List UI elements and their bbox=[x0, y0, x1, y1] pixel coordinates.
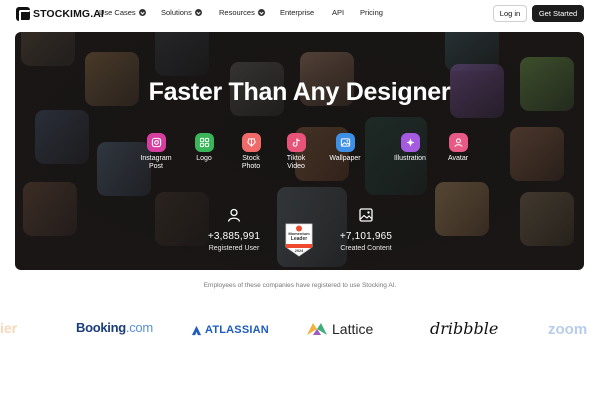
menu-use-cases-label: Use Cases bbox=[99, 8, 136, 17]
badge-year: 2024 bbox=[294, 248, 304, 253]
sparkle-icon bbox=[400, 133, 420, 152]
stockimg-logo-icon bbox=[16, 7, 31, 22]
tiktok-icon bbox=[286, 133, 306, 152]
category-stock-photo[interactable]: Stock Photo bbox=[228, 133, 274, 171]
menu-resources[interactable]: Resources bbox=[219, 8, 265, 17]
created-content-label: Created Content bbox=[340, 245, 392, 252]
dribbble-logo: dribbble bbox=[430, 319, 499, 338]
category-logo-label: Logo bbox=[196, 155, 212, 162]
category-illustration-label: Illustration bbox=[394, 155, 426, 162]
category-illustration[interactable]: Illustration bbox=[387, 133, 433, 163]
registered-user-label: Registered User bbox=[208, 245, 260, 252]
menu-enterprise[interactable]: Enterprise bbox=[280, 8, 314, 17]
badge-title: Momentum Leader bbox=[285, 231, 313, 242]
category-stock-photo-label: Stock Photo bbox=[241, 155, 261, 170]
hero-title: Faster Than Any Designer bbox=[148, 78, 451, 106]
menu-enterprise-label: Enterprise bbox=[280, 8, 315, 17]
badge-middle-text: Leader bbox=[290, 235, 308, 242]
hero-banner: Faster Than Any Designer Instagram Post … bbox=[15, 32, 584, 270]
menu-solutions[interactable]: Solutions bbox=[161, 8, 202, 17]
atlassian-mark-icon bbox=[191, 325, 202, 335]
category-tiktok-video[interactable]: Tiktok Video bbox=[273, 133, 319, 171]
wallpaper-icon bbox=[335, 133, 355, 152]
stock-photo-icon bbox=[241, 133, 261, 152]
category-tiktok-video-label: Tiktok Video bbox=[286, 155, 306, 170]
chevron-down-icon bbox=[138, 9, 146, 16]
login-button[interactable]: Log in bbox=[493, 5, 527, 22]
brand-name: STOCKIMG.AI bbox=[33, 8, 104, 20]
menu-solutions-label: Solutions bbox=[161, 8, 192, 17]
booking-logo-main: Booking bbox=[76, 320, 126, 335]
lattice-logo-text: Lattice bbox=[332, 321, 374, 337]
trust-note: Employees of these companies have regist… bbox=[203, 282, 397, 289]
lattice-mark-icon bbox=[307, 323, 327, 335]
user-icon bbox=[227, 208, 241, 222]
instagram-icon bbox=[146, 133, 166, 152]
stat-created-content: +7,101,965 Created Content bbox=[333, 208, 399, 252]
category-instagram-post[interactable]: Instagram Post bbox=[133, 133, 179, 171]
booking-logo: Booking.com bbox=[76, 320, 153, 335]
g2-momentum-leader-badge: Momentum Leader 2024 bbox=[285, 223, 313, 257]
category-instagram-post-label: Instagram Post bbox=[140, 155, 172, 170]
avatar-icon bbox=[448, 133, 468, 152]
chevron-down-icon bbox=[257, 9, 265, 16]
created-content-count: +7,101,965 bbox=[339, 231, 393, 242]
category-wallpaper[interactable]: Wallpaper bbox=[322, 133, 368, 163]
grid-icon bbox=[194, 133, 214, 152]
stat-registered-users: +3,885,991 Registered User bbox=[201, 208, 267, 252]
get-started-button[interactable]: Get Started bbox=[532, 5, 584, 22]
category-logo[interactable]: Logo bbox=[181, 133, 227, 163]
menu-use-cases[interactable]: Use Cases bbox=[99, 8, 146, 17]
category-wallpaper-label: Wallpaper bbox=[329, 155, 361, 162]
menu-pricing[interactable]: Pricing bbox=[360, 8, 383, 17]
menu-resources-label: Resources bbox=[219, 8, 255, 17]
top-navigation: STOCKIMG.AI Use Cases Solutions Resource… bbox=[0, 0, 600, 28]
booking-logo-suffix: .com bbox=[125, 320, 153, 335]
atlassian-logo-text: ATLASSIAN bbox=[205, 324, 269, 336]
registered-user-count: +3,885,991 bbox=[207, 231, 261, 242]
atlassian-logo: ATLASSIAN bbox=[191, 324, 269, 336]
menu-pricing-label: Pricing bbox=[360, 8, 383, 17]
image-icon bbox=[359, 208, 373, 222]
partial-company-logo: ier bbox=[0, 320, 18, 336]
category-avatar-label: Avatar bbox=[447, 155, 469, 162]
lattice-logo: Lattice bbox=[306, 321, 373, 337]
brand-logo[interactable]: STOCKIMG.AI bbox=[16, 6, 104, 22]
menu-api-label: API bbox=[332, 8, 345, 17]
chevron-down-icon bbox=[194, 9, 202, 16]
zoom-logo: zoom bbox=[548, 321, 588, 338]
category-avatar[interactable]: Avatar bbox=[435, 133, 481, 163]
menu-api[interactable]: API bbox=[332, 8, 344, 17]
